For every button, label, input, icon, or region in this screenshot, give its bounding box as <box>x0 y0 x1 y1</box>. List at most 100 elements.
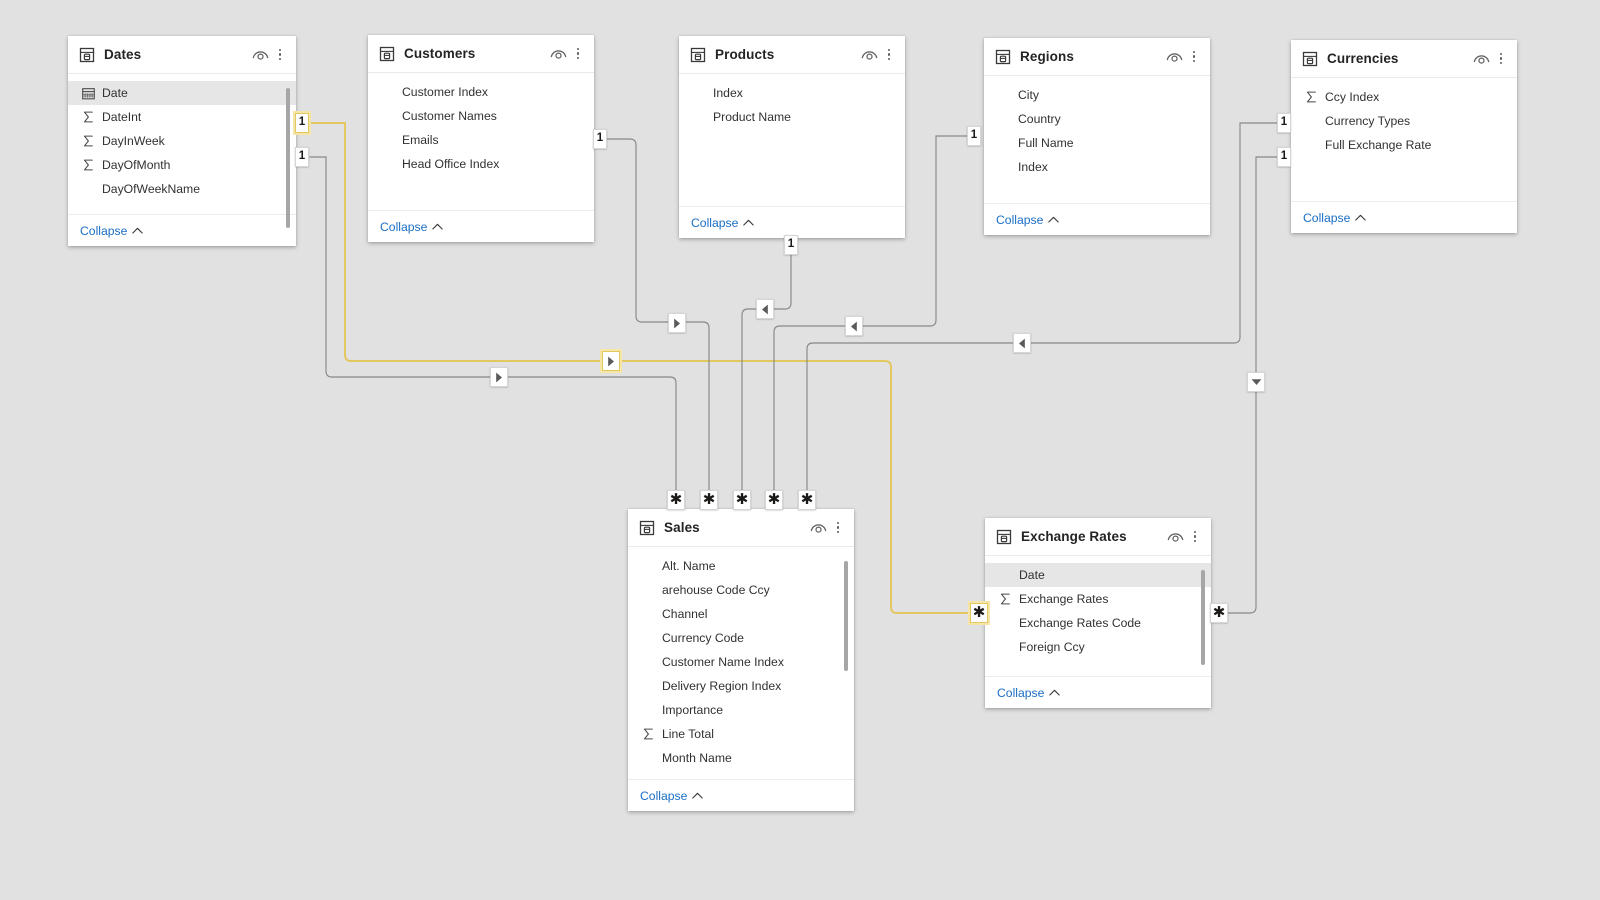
table-card-products[interactable]: Products Index Product Name Collapse <box>679 36 905 238</box>
table-header[interactable]: Products <box>679 36 905 74</box>
field-name: Ccy Index <box>1325 90 1380 104</box>
collapse-button[interactable]: Collapse <box>997 686 1061 700</box>
table-header[interactable]: Dates <box>68 36 296 74</box>
field-list[interactable]: City Country Full Name Index <box>984 76 1210 203</box>
field-row[interactable]: Alt. Name <box>628 554 854 578</box>
field-list[interactable]: Date DateInt DayInWeek DayOfMonth DayOfWe… <box>68 74 296 214</box>
table-header[interactable]: Exchange Rates <box>985 518 1211 556</box>
cross-filter-arrow-left-icon[interactable] <box>845 316 863 336</box>
field-row[interactable]: Date <box>68 81 296 105</box>
field-row[interactable]: Currency Code <box>628 626 854 650</box>
collapse-button[interactable]: Collapse <box>996 213 1060 227</box>
field-list[interactable]: Customer Index Customer Names Emails Head O… <box>368 73 594 210</box>
cardinality-many-badge[interactable]: ✱ <box>765 490 783 510</box>
field-row[interactable]: DayOfWeekName <box>68 177 296 201</box>
cardinality-one-badge[interactable]: 1 <box>784 235 798 255</box>
field-row[interactable]: Head Office Index <box>368 152 594 176</box>
field-row[interactable]: Channel <box>628 602 854 626</box>
more-options-icon[interactable] <box>831 519 845 537</box>
more-options-icon[interactable] <box>273 46 287 64</box>
field-row[interactable]: City <box>984 83 1210 107</box>
field-row[interactable]: Ccy Index <box>1291 85 1517 109</box>
cross-filter-arrow-left-icon[interactable] <box>756 299 774 319</box>
field-row[interactable]: Line Total <box>628 722 854 746</box>
field-row[interactable]: arehouse Code Ccy <box>628 578 854 602</box>
field-row[interactable]: Product Name <box>679 105 905 129</box>
cross-filter-arrow-left-icon[interactable] <box>1013 333 1031 353</box>
more-options-icon[interactable] <box>571 45 585 63</box>
eye-icon[interactable] <box>1165 48 1183 66</box>
cardinality-many-badge[interactable]: ✱ <box>700 490 718 510</box>
vertical-scrollbar[interactable] <box>1201 570 1205 665</box>
more-options-icon[interactable] <box>1188 528 1202 546</box>
collapse-button[interactable]: Collapse <box>80 224 144 238</box>
more-options-icon[interactable] <box>882 46 896 64</box>
field-row[interactable]: Currency Types <box>1291 109 1517 133</box>
field-row[interactable]: Foreign Ccy <box>985 635 1211 659</box>
cross-filter-arrow-right-icon[interactable] <box>668 313 686 333</box>
more-options-icon[interactable] <box>1494 50 1508 68</box>
cardinality-many-badge[interactable]: ✱ <box>733 490 751 510</box>
vertical-scrollbar[interactable] <box>286 88 290 228</box>
field-row[interactable]: Exchange Rates Code <box>985 611 1211 635</box>
field-row[interactable]: Customer Names <box>368 104 594 128</box>
table-header[interactable]: Customers <box>368 35 594 73</box>
field-row[interactable]: Customer Name Index <box>628 650 854 674</box>
table-card-dates[interactable]: Dates Date DateInt DayInWeek DayOfMonth D… <box>68 36 296 246</box>
table-header[interactable]: Regions <box>984 38 1210 76</box>
eye-icon[interactable] <box>549 45 567 63</box>
model-view-canvas[interactable]: Dates Date DateInt DayInWeek DayOfMonth D… <box>0 0 1600 900</box>
field-row[interactable]: Full Name <box>984 131 1210 155</box>
field-row[interactable]: DateInt <box>68 105 296 129</box>
field-list[interactable]: Date Exchange Rates Exchange Rates Code Fo… <box>985 556 1211 676</box>
field-row[interactable]: Delivery Region Index <box>628 674 854 698</box>
table-card-customers[interactable]: Customers Customer Index Customer Names Em… <box>368 35 594 242</box>
collapse-button[interactable]: Collapse <box>380 220 444 234</box>
eye-icon[interactable] <box>1166 528 1184 546</box>
field-row[interactable]: Customer Index <box>368 80 594 104</box>
cardinality-one-badge[interactable]: 1 <box>1277 147 1291 167</box>
table-card-sales[interactable]: Sales Alt. Name arehouse Code Ccy Channel C… <box>628 509 854 811</box>
field-row[interactable]: Country <box>984 107 1210 131</box>
cross-filter-arrow-right-icon[interactable] <box>490 367 508 387</box>
cardinality-many-badge[interactable]: ✱ <box>970 603 988 623</box>
more-options-icon[interactable] <box>1187 48 1201 66</box>
collapse-button[interactable]: Collapse <box>691 216 755 230</box>
cardinality-many-badge[interactable]: ✱ <box>1210 603 1228 623</box>
field-list[interactable]: Ccy Index Currency Types Full Exchange Rat… <box>1291 78 1517 201</box>
field-row[interactable]: Month Name <box>628 746 854 770</box>
field-row[interactable]: Exchange Rates <box>985 587 1211 611</box>
field-row[interactable]: DayInWeek <box>68 129 296 153</box>
field-list[interactable]: Alt. Name arehouse Code Ccy Channel Currenc… <box>628 547 854 779</box>
eye-icon[interactable] <box>251 46 269 64</box>
cardinality-one-badge[interactable]: 1 <box>967 126 981 146</box>
table-card-currencies[interactable]: Currencies Ccy Index Currency Types Full E… <box>1291 40 1517 233</box>
cardinality-many-badge[interactable]: ✱ <box>667 490 685 510</box>
relationship-line-products-sales[interactable] <box>741 237 792 493</box>
eye-icon[interactable] <box>860 46 878 64</box>
cardinality-one-badge[interactable]: 1 <box>593 129 607 149</box>
cross-filter-arrow-down-icon[interactable] <box>1247 372 1265 392</box>
field-row[interactable]: DayOfMonth <box>68 153 296 177</box>
field-list[interactable]: Index Product Name <box>679 74 905 206</box>
cardinality-one-badge[interactable]: 1 <box>295 113 309 133</box>
table-card-regions[interactable]: Regions City Country Full Name Index Collaps… <box>984 38 1210 235</box>
eye-icon[interactable] <box>1472 50 1490 68</box>
cardinality-one-badge[interactable]: 1 <box>1277 113 1291 133</box>
field-row[interactable]: Importance <box>628 698 854 722</box>
collapse-button[interactable]: Collapse <box>1303 211 1367 225</box>
cardinality-one-badge[interactable]: 1 <box>295 147 309 167</box>
field-row[interactable]: Emails <box>368 128 594 152</box>
vertical-scrollbar[interactable] <box>844 561 848 671</box>
eye-icon[interactable] <box>809 519 827 537</box>
table-header[interactable]: Currencies <box>1291 40 1517 78</box>
field-row[interactable]: Date <box>985 563 1211 587</box>
field-row[interactable]: Full Exchange Rate <box>1291 133 1517 157</box>
cross-filter-arrow-right-icon[interactable] <box>602 351 620 371</box>
cardinality-many-badge[interactable]: ✱ <box>798 490 816 510</box>
collapse-button[interactable]: Collapse <box>640 789 704 803</box>
table-header[interactable]: Sales <box>628 509 854 547</box>
field-row[interactable]: Index <box>679 81 905 105</box>
table-card-exchange-rates[interactable]: Exchange Rates Date Exchange Rates Exchan… <box>985 518 1211 708</box>
field-row[interactable]: Index <box>984 155 1210 179</box>
